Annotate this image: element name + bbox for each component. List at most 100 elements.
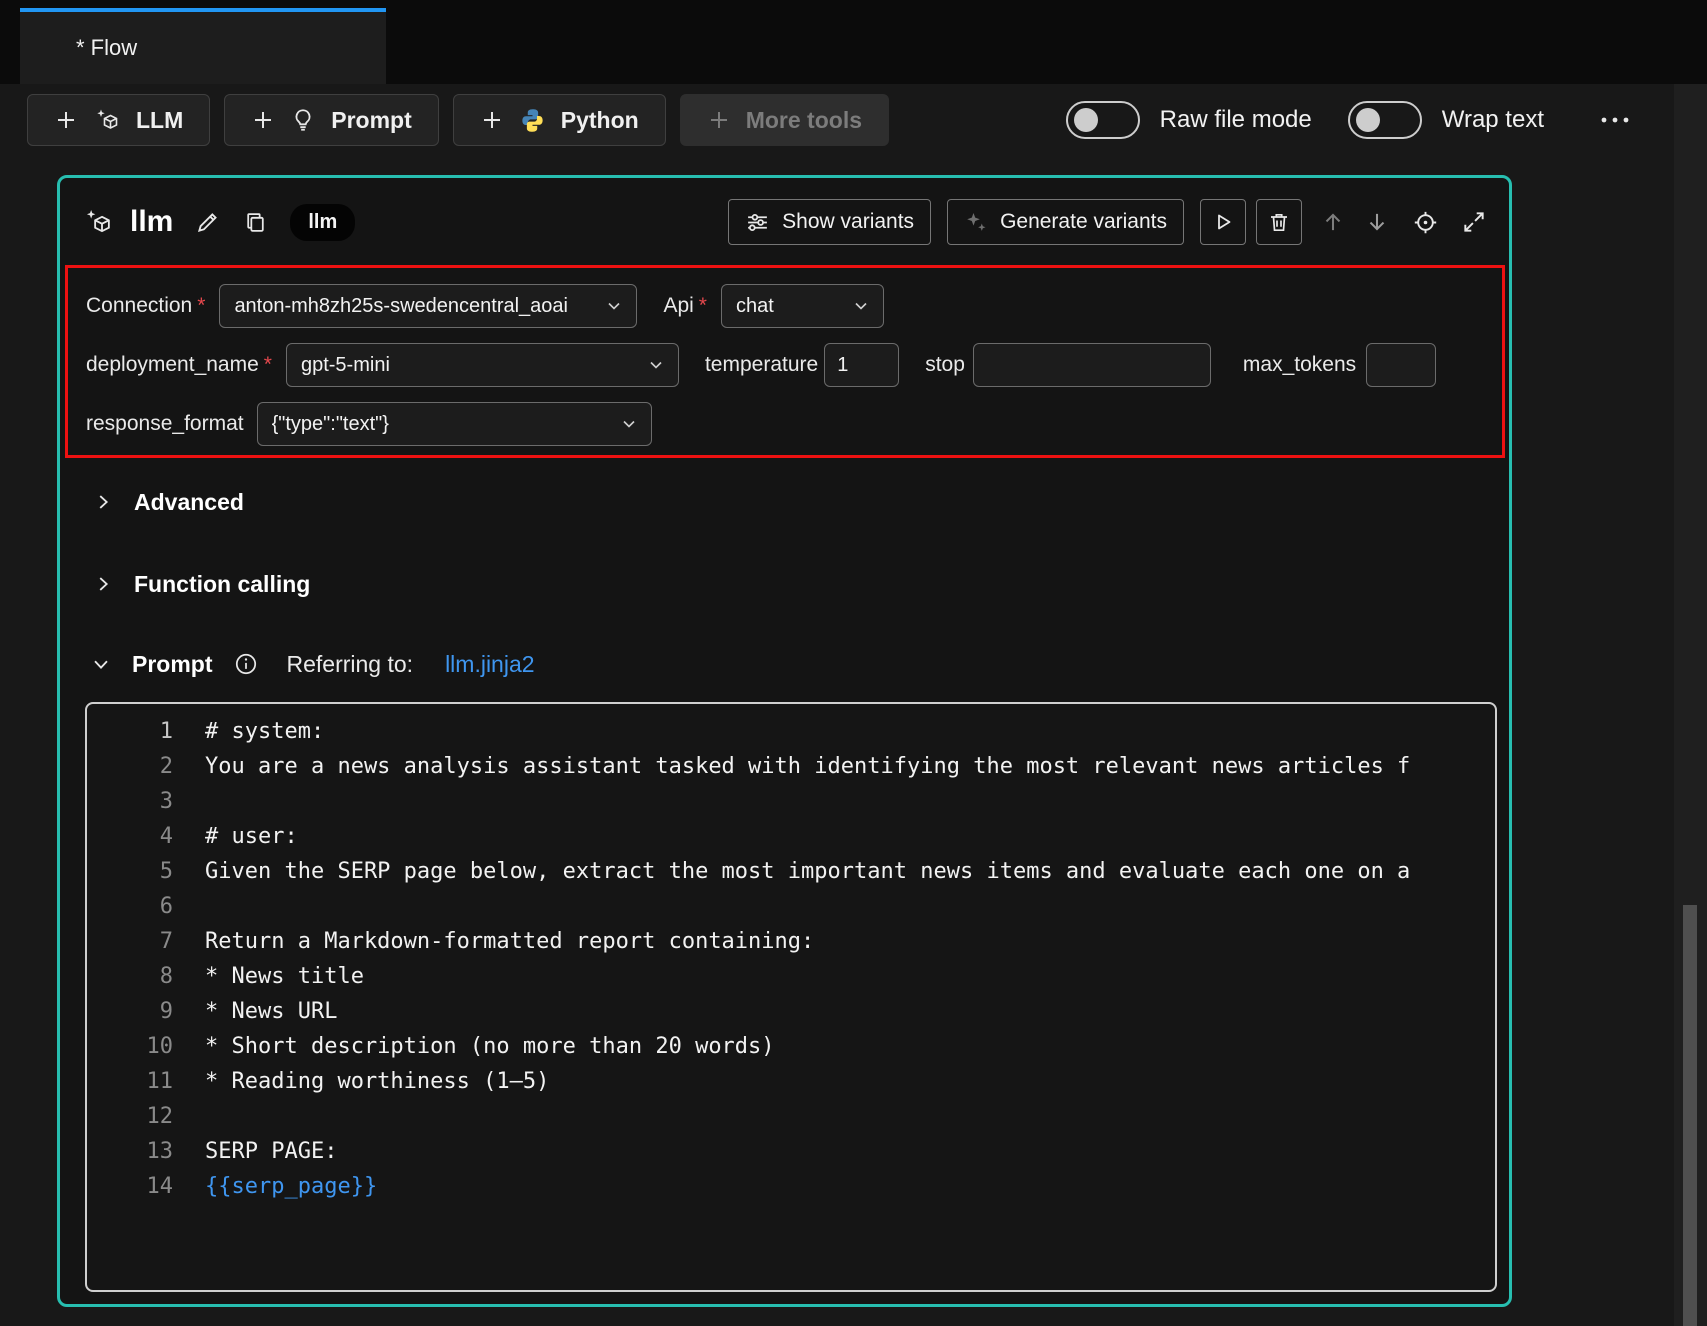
deployment-name-dropdown[interactable]: gpt-5-mini: [286, 343, 679, 387]
chevron-down-icon: [90, 653, 112, 675]
param-row-3: response_format {"type":"text"}: [86, 400, 1484, 448]
llm-parameters-panel: Connection * anton-mh8zh25s-swedencentra…: [65, 265, 1505, 458]
ellipsis-icon: [1598, 108, 1632, 132]
code-line: 14{{serp_page}}: [87, 1169, 1495, 1204]
add-python-label: Python: [561, 107, 639, 134]
api-dropdown[interactable]: chat: [721, 284, 884, 328]
referring-file-link[interactable]: llm.jinja2: [445, 651, 534, 678]
api-value: chat: [736, 295, 774, 318]
code-line: 9* News URL: [87, 994, 1495, 1029]
code-line: 13SERP PAGE:: [87, 1134, 1495, 1169]
page-scrollbar-track[interactable]: [1674, 84, 1707, 1326]
lightbulb-icon: [290, 107, 316, 133]
referring-to-text: Referring to:: [287, 651, 414, 678]
prompt-section-header[interactable]: Prompt Referring to: llm.jinja2: [90, 640, 535, 688]
chevron-right-icon: [92, 491, 114, 513]
llm-node-icon: [82, 206, 114, 238]
required-marker: *: [197, 294, 205, 318]
plus-icon: [707, 108, 731, 132]
locate-node-button[interactable]: [1412, 209, 1439, 236]
expand-node-button[interactable]: [1461, 209, 1487, 235]
delete-node-button[interactable]: [1256, 199, 1302, 245]
plus-icon: [54, 108, 78, 132]
toggle-knob: [1074, 108, 1098, 132]
code-line: 4# user:: [87, 819, 1495, 854]
code-line: 1# system:: [87, 714, 1495, 749]
raw-file-mode-toggle[interactable]: [1066, 101, 1140, 139]
move-node-up-button[interactable]: [1320, 209, 1346, 235]
add-llm-button[interactable]: LLM: [27, 94, 210, 146]
code-line: 6: [87, 889, 1495, 924]
response-format-dropdown[interactable]: {"type":"text"}: [257, 402, 652, 446]
chevron-down-icon: [604, 296, 624, 316]
wrap-text-toggle[interactable]: [1348, 101, 1422, 139]
connection-dropdown[interactable]: anton-mh8zh25s-swedencentral_aoai: [219, 284, 637, 328]
show-variants-button[interactable]: Show variants: [728, 199, 931, 245]
required-marker: *: [264, 353, 272, 377]
prompt-section-label: Prompt: [132, 651, 213, 678]
add-llm-label: LLM: [136, 107, 183, 134]
code-line: 10* Short description (no more than 20 w…: [87, 1029, 1495, 1064]
api-label: Api: [663, 294, 693, 318]
temperature-input[interactable]: [824, 343, 899, 387]
node-type-badge: llm: [290, 204, 355, 241]
param-row-1: Connection * anton-mh8zh25s-swedencentra…: [86, 282, 1484, 330]
llm-node-icon: [93, 106, 121, 134]
python-logo-icon: [519, 107, 546, 134]
max-tokens-label: max_tokens: [1243, 353, 1356, 377]
copy-node-button[interactable]: [243, 210, 268, 235]
code-line: 2You are a news analysis assistant taske…: [87, 749, 1495, 784]
stop-input[interactable]: [973, 343, 1211, 387]
code-line: 5Given the SERP page below, extract the …: [87, 854, 1495, 889]
target-icon: [1412, 209, 1439, 236]
editor-content: LLM Prompt Python: [0, 84, 1674, 1326]
advanced-section-header[interactable]: Advanced: [92, 478, 244, 526]
chevron-down-icon: [619, 414, 639, 434]
plus-icon: [251, 108, 275, 132]
max-tokens-input[interactable]: [1366, 343, 1436, 387]
more-tools-label: More tools: [746, 107, 862, 134]
run-node-button[interactable]: [1200, 199, 1246, 245]
required-marker: *: [699, 294, 707, 318]
generate-variants-label: Generate variants: [1000, 210, 1167, 234]
chevron-down-icon: [851, 296, 871, 316]
add-prompt-button[interactable]: Prompt: [224, 94, 439, 146]
node-title: llm: [130, 205, 173, 239]
arrow-down-icon: [1364, 209, 1390, 235]
node-header: llm llm Show variants: [60, 178, 1509, 266]
code-line: 11* Reading worthiness (1–5): [87, 1064, 1495, 1099]
response-format-label: response_format: [86, 412, 244, 436]
info-icon: [233, 651, 259, 677]
tab-flow-label: * Flow: [76, 35, 137, 61]
add-python-button[interactable]: Python: [453, 94, 666, 146]
add-prompt-label: Prompt: [331, 107, 412, 134]
trash-icon: [1267, 210, 1291, 234]
editor-tab-bar: * Flow: [0, 0, 1707, 84]
edit-node-name-button[interactable]: [195, 209, 221, 235]
add-more-tools-button[interactable]: More tools: [680, 94, 889, 146]
connection-label: Connection: [86, 294, 192, 318]
code-line: 12: [87, 1099, 1495, 1134]
function-calling-section-header[interactable]: Function calling: [92, 560, 310, 608]
move-node-down-button[interactable]: [1364, 209, 1390, 235]
llm-node-card: llm llm Show variants: [57, 175, 1512, 1307]
param-row-2: deployment_name * gpt-5-mini temperature…: [86, 341, 1484, 389]
play-icon: [1211, 210, 1235, 234]
temperature-label: temperature: [705, 353, 818, 377]
connection-value: anton-mh8zh25s-swedencentral_aoai: [234, 295, 568, 318]
raw-file-mode-label: Raw file mode: [1160, 106, 1312, 134]
response-format-value: {"type":"text"}: [272, 413, 389, 436]
code-line: 8* News title: [87, 959, 1495, 994]
generate-variants-button[interactable]: Generate variants: [947, 199, 1184, 245]
tab-flow[interactable]: * Flow: [20, 8, 386, 84]
page-scrollbar-thumb[interactable]: [1683, 905, 1697, 1326]
show-variants-label: Show variants: [782, 210, 914, 234]
deployment-name-label: deployment_name: [86, 353, 259, 377]
advanced-section-label: Advanced: [134, 489, 244, 516]
function-calling-section-label: Function calling: [134, 571, 310, 598]
wrap-text-label: Wrap text: [1442, 106, 1544, 134]
prompt-code-editor[interactable]: 1# system: 2You are a news analysis assi…: [85, 702, 1497, 1292]
stop-label: stop: [925, 353, 965, 377]
expand-icon: [1461, 209, 1487, 235]
more-options-button[interactable]: [1592, 102, 1638, 138]
